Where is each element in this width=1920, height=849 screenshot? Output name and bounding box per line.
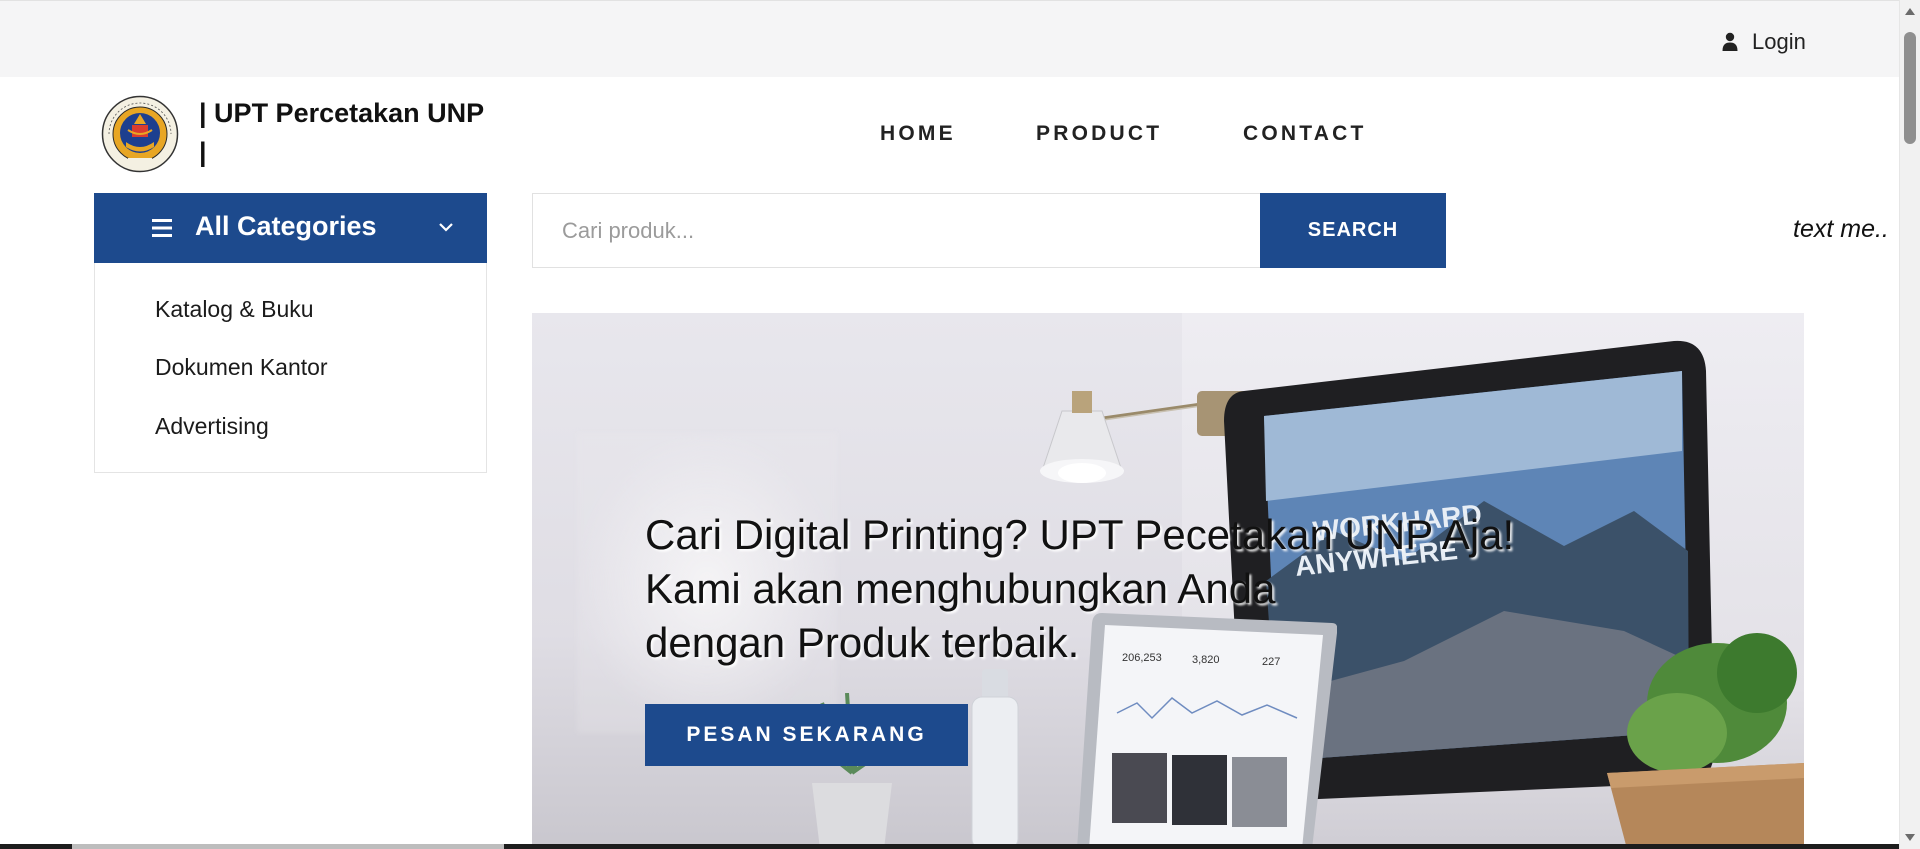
- categories-list: Katalog & Buku Dokumen Kantor Advertisin…: [94, 263, 487, 473]
- scrollbar-thumb[interactable]: [1904, 32, 1916, 144]
- order-now-button[interactable]: PESAN SEKARANG: [645, 704, 968, 766]
- taskbar-strip: [0, 844, 1899, 849]
- login-link[interactable]: Login: [1722, 27, 1806, 57]
- site-brand[interactable]: | UPT Percetakan UNP |: [199, 94, 499, 172]
- hero-heading: Cari Digital Printing? UPT Pecetakan UNP…: [645, 508, 1605, 670]
- marquee-text: text me..: [1793, 215, 1889, 243]
- menu-icon: [152, 219, 172, 237]
- category-advertising[interactable]: Advertising: [155, 413, 269, 440]
- hero-heading-line-1: Cari Digital Printing? UPT Pecetakan UNP…: [645, 511, 1515, 558]
- search-box: [532, 193, 1261, 268]
- category-katalog-buku[interactable]: Katalog & Buku: [155, 296, 314, 323]
- user-icon: [1722, 32, 1738, 51]
- nav-home[interactable]: HOME: [880, 122, 956, 146]
- taskbar-strip-highlight: [72, 844, 504, 849]
- water-bottle-image: [971, 669, 1019, 849]
- top-bar: Login: [0, 0, 1899, 77]
- login-label: Login: [1752, 29, 1806, 54]
- unp-logo[interactable]: [101, 94, 179, 174]
- search-input[interactable]: [533, 194, 1260, 267]
- scroll-down-arrow-icon[interactable]: [1905, 834, 1915, 841]
- category-dokumen-kantor[interactable]: Dokumen Kantor: [155, 354, 328, 381]
- all-categories-toggle[interactable]: All Categories: [94, 193, 487, 263]
- scroll-up-arrow-icon[interactable]: [1905, 8, 1915, 15]
- vertical-scrollbar[interactable]: [1899, 0, 1920, 849]
- brand-divider: |: [199, 137, 207, 167]
- nav-contact[interactable]: CONTACT: [1243, 122, 1367, 146]
- chevron-down-icon: [439, 223, 453, 232]
- hero-banner: WORKHARD ANYWHERE 206,253 3,820 227 Cari…: [532, 313, 1804, 849]
- search-button[interactable]: SEARCH: [1260, 193, 1446, 268]
- hero-heading-line-2: Kami akan menghubungkan Anda: [645, 565, 1276, 612]
- categories-title: All Categories: [195, 211, 377, 241]
- hero-heading-line-3: dengan Produk terbaik.: [645, 619, 1080, 666]
- nav-product[interactable]: PRODUCT: [1036, 122, 1162, 146]
- brand-name: | UPT Percetakan UNP: [199, 98, 485, 128]
